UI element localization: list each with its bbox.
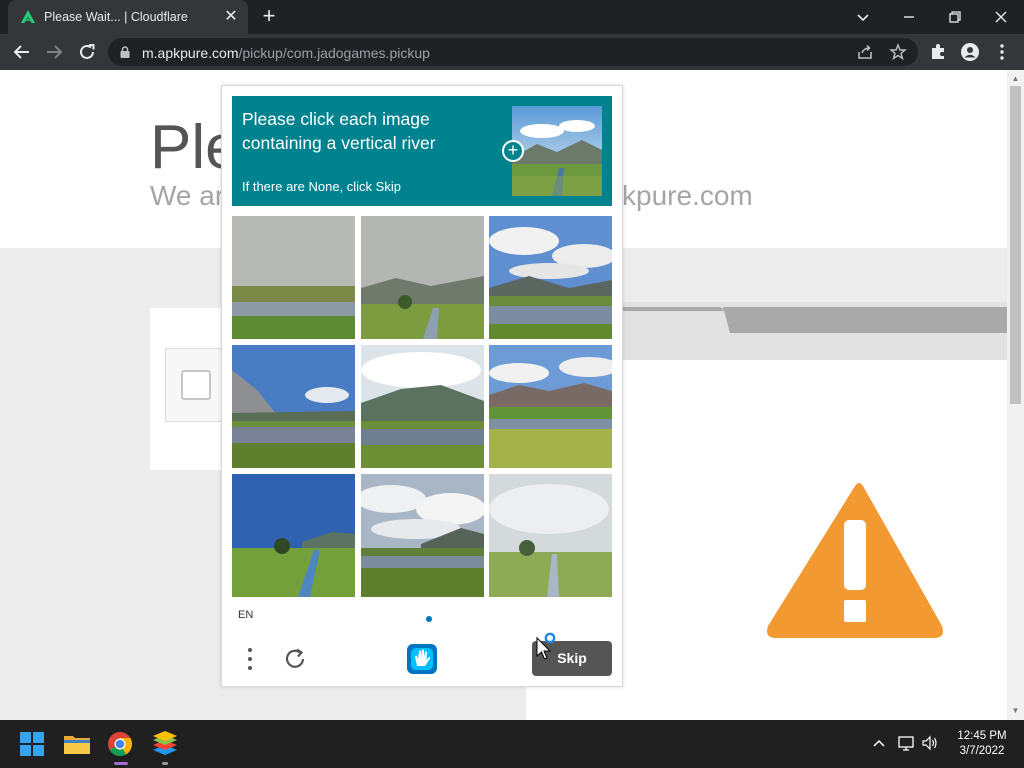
warning-triangle-icon: [767, 483, 943, 638]
clock-time: 12:45 PM: [957, 730, 1007, 742]
grid-image-5[interactable]: [361, 345, 484, 468]
chrome-active-indicator: [114, 762, 128, 765]
profile-avatar-icon[interactable]: [960, 42, 980, 62]
prompt-hint: If there are None, click Skip: [242, 179, 401, 194]
tab-title: Please Wait... | Cloudflare: [44, 10, 188, 24]
challenge-prompt: Please click each image containing a ver…: [232, 96, 612, 206]
bluestacks-icon[interactable]: [149, 728, 181, 760]
kebab-menu-icon[interactable]: [992, 42, 1012, 62]
system-clock[interactable]: 12:45 PM 3/7/2022: [950, 729, 1014, 759]
page-scrollbar[interactable]: ▲ ▼: [1007, 70, 1024, 720]
grid-image-9[interactable]: [489, 474, 612, 597]
bookmark-star-icon[interactable]: [889, 43, 907, 61]
captcha-menu-icon[interactable]: [240, 644, 260, 674]
reload-button[interactable]: [76, 41, 98, 63]
file-explorer-icon[interactable]: [61, 728, 93, 760]
lock-icon: [120, 46, 130, 58]
clock-date: 3/7/2022: [959, 745, 1005, 757]
image-grid: [232, 216, 613, 597]
browser-toolbar: m.apkpure.com/pickup/com.jadogames.picku…: [0, 34, 1024, 70]
apkpure-favicon-icon: [21, 10, 35, 23]
scroll-down-arrow-icon[interactable]: ▼: [1011, 706, 1020, 715]
taskbar: 12:45 PM 3/7/2022: [0, 720, 1024, 768]
chrome-icon[interactable]: [104, 728, 136, 760]
prompt-text: Please click each image containing a ver…: [242, 109, 436, 153]
new-tab-button[interactable]: +: [258, 5, 280, 28]
grid-image-6[interactable]: [489, 345, 612, 468]
page-subtitle-right: kpure.com: [622, 180, 753, 211]
refresh-challenge-icon[interactable]: [280, 644, 310, 674]
back-button[interactable]: [11, 41, 33, 63]
browser-tab[interactable]: Please Wait... | Cloudflare ✕: [8, 0, 248, 34]
grid-image-3[interactable]: [489, 216, 612, 339]
bluestacks-running-indicator: [162, 762, 168, 765]
tray-chevron-up-icon[interactable]: [870, 734, 888, 752]
forward-button[interactable]: [43, 41, 65, 63]
example-image: [512, 106, 602, 196]
restore-button[interactable]: [943, 5, 967, 29]
hcaptcha-logo-icon: [407, 644, 437, 674]
tab-strip: Please Wait... | Cloudflare ✕ +: [0, 0, 1024, 34]
close-window-button[interactable]: [989, 5, 1013, 29]
captcha-checkbox[interactable]: [181, 370, 211, 400]
windows-start-icon[interactable]: [16, 728, 48, 760]
grid-image-8[interactable]: [361, 474, 484, 597]
page-indicator-dot: [426, 616, 432, 622]
mouse-cursor-icon: [536, 632, 556, 660]
extensions-puzzle-icon[interactable]: [928, 42, 948, 62]
progress-bar: [620, 307, 1007, 333]
hcaptcha-challenge: Please click each image containing a ver…: [221, 85, 623, 687]
language-selector[interactable]: EN: [238, 609, 253, 621]
grid-image-4[interactable]: [232, 345, 355, 468]
tab-close-icon[interactable]: ✕: [222, 8, 240, 26]
example-expand-icon[interactable]: +: [502, 140, 524, 162]
minimize-button[interactable]: [897, 5, 921, 29]
network-icon[interactable]: [897, 734, 915, 752]
grid-image-7[interactable]: [232, 474, 355, 597]
scroll-up-arrow-icon[interactable]: ▲: [1011, 74, 1020, 83]
grid-image-2[interactable]: [361, 216, 484, 339]
grid-image-1[interactable]: [232, 216, 355, 339]
url-text: m.apkpure.com/pickup/com.jadogames.picku…: [142, 45, 430, 61]
page-subtitle-left: We ar: [150, 180, 225, 211]
scrollbar-thumb[interactable]: [1010, 86, 1021, 404]
address-bar[interactable]: m.apkpure.com/pickup/com.jadogames.picku…: [108, 38, 918, 66]
tab-search-chevron-icon[interactable]: [851, 5, 875, 29]
volume-icon[interactable]: [921, 734, 939, 752]
share-icon[interactable]: [856, 43, 874, 61]
